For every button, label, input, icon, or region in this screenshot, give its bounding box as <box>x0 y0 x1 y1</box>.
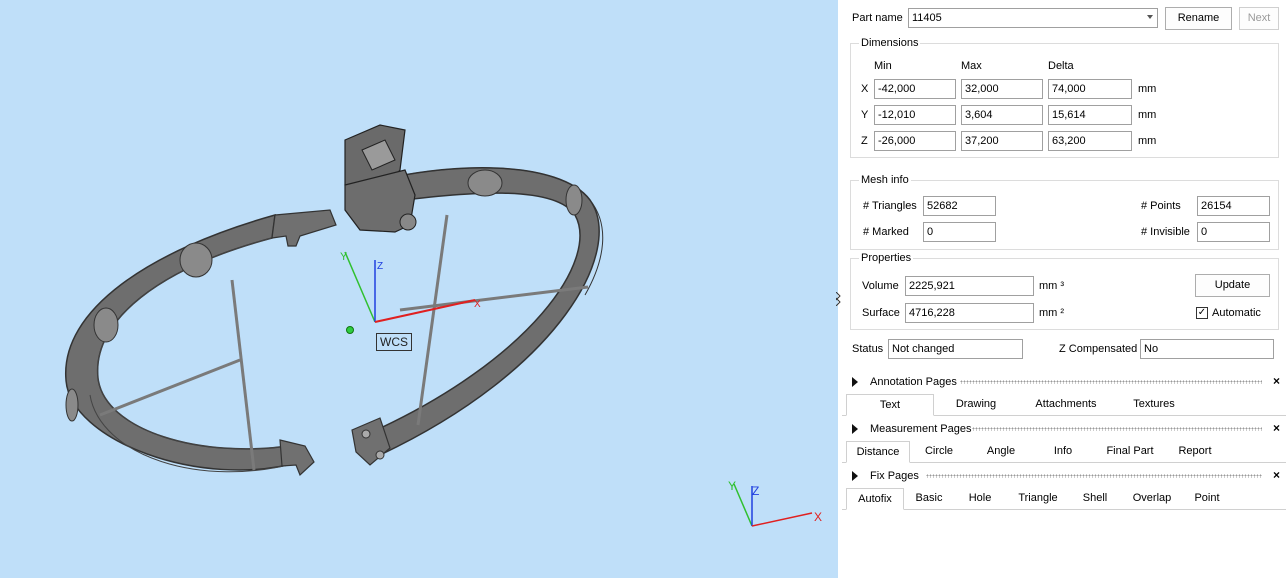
drag-handle[interactable] <box>926 474 1262 478</box>
automatic-checkbox[interactable]: ✓ <box>1196 307 1208 319</box>
update-button[interactable]: Update <box>1195 274 1270 297</box>
points-field[interactable]: 26154 <box>1197 196 1270 216</box>
dim-y-delta[interactable]: 15,614 <box>1048 105 1132 125</box>
chevron-down-icon <box>1147 15 1153 19</box>
dim-axis-label: Y <box>861 109 869 121</box>
3d-viewport[interactable]: Y Z X Y Z X WCS <box>0 0 838 578</box>
properties-title: Properties <box>859 252 914 264</box>
surface-field[interactable]: 4716,228 <box>905 303 1034 323</box>
triangles-label: # Triangles <box>863 200 917 212</box>
tab-shell[interactable]: Shell <box>1078 488 1112 510</box>
dim-z-min[interactable]: -26,000 <box>874 131 956 151</box>
surface-label: Surface <box>862 307 900 319</box>
status-label: Status <box>852 343 884 355</box>
splitter-grip-icon[interactable] <box>836 292 841 306</box>
tab-overlap[interactable]: Overlap <box>1126 488 1178 510</box>
measurement-pages-header[interactable]: Measurement Pages × <box>842 419 1286 439</box>
tab-info[interactable]: Info <box>1046 441 1080 463</box>
marked-label: # Marked <box>863 226 909 238</box>
dim-col-max: Max <box>961 60 982 72</box>
dim-z-max[interactable]: 37,200 <box>961 131 1043 151</box>
automatic-label: Automatic <box>1212 307 1261 319</box>
measurement-tabs: Distance Circle Angle Info Final Part Re… <box>842 441 1286 463</box>
mesh-info-title: Mesh info <box>859 174 911 186</box>
close-icon[interactable]: × <box>1273 468 1280 482</box>
drag-handle[interactable] <box>960 380 1262 384</box>
fix-tabs: Autofix Basic Hole Triangle Shell Overla… <box>842 488 1286 510</box>
tab-textures[interactable]: Textures <box>1124 394 1184 416</box>
clasp-piece <box>344 124 417 233</box>
fix-pages-header[interactable]: Fix Pages × <box>842 466 1286 486</box>
dim-z-delta[interactable]: 63,200 <box>1048 131 1132 151</box>
tab-attachments[interactable]: Attachments <box>1028 394 1104 416</box>
corner-x-label: X <box>814 510 822 524</box>
annotation-tabs: Text Drawing Attachments Textures <box>842 394 1286 416</box>
tab-hole[interactable]: Hole <box>962 488 998 510</box>
status-field[interactable]: Not changed <box>888 339 1023 359</box>
dim-y-min[interactable]: -12,010 <box>874 105 956 125</box>
dim-y-max[interactable]: 3,604 <box>961 105 1043 125</box>
origin-marker <box>346 326 354 334</box>
dim-x-min[interactable]: -42,000 <box>874 79 956 99</box>
volume-label: Volume <box>862 280 899 292</box>
triangles-field[interactable]: 52682 <box>923 196 996 216</box>
dim-col-delta: Delta <box>1048 60 1074 72</box>
tab-circle[interactable]: Circle <box>918 441 960 463</box>
invisible-label: # Invisible <box>1141 226 1190 238</box>
wcs-z-label: Z <box>377 261 383 272</box>
tab-angle[interactable]: Angle <box>980 441 1022 463</box>
points-label: # Points <box>1141 200 1181 212</box>
expand-arrow-icon[interactable] <box>852 471 858 481</box>
expand-arrow-icon[interactable] <box>852 424 858 434</box>
tab-point[interactable]: Point <box>1190 488 1224 510</box>
drag-handle[interactable] <box>972 427 1262 431</box>
bracelet-left-half <box>65 209 337 477</box>
corner-z-label: Z <box>752 484 759 498</box>
dim-axis-label: X <box>861 83 869 95</box>
dimensions-title: Dimensions <box>859 37 921 49</box>
dim-unit: mm <box>1138 135 1157 147</box>
tab-drawing[interactable]: Drawing <box>946 394 1006 416</box>
dim-col-min: Min <box>874 60 892 72</box>
dim-x-max[interactable]: 32,000 <box>961 79 1043 99</box>
dim-unit: mm <box>1138 83 1157 95</box>
tab-basic[interactable]: Basic <box>910 488 948 510</box>
part-name-label: Part name <box>852 12 903 24</box>
expand-arrow-icon[interactable] <box>852 377 858 387</box>
wcs-x-label: X <box>474 299 481 310</box>
next-button[interactable]: Next <box>1239 7 1279 30</box>
marked-field[interactable]: 0 <box>923 222 996 242</box>
corner-axis-triad: Y Z X <box>728 479 822 527</box>
tab-text[interactable]: Text <box>846 394 934 416</box>
z-compensated-field[interactable]: No <box>1140 339 1274 359</box>
tab-distance[interactable]: Distance <box>846 441 910 463</box>
wcs-y-label: Y <box>340 251 348 263</box>
dim-unit: mm <box>1138 109 1157 121</box>
tab-triangle[interactable]: Triangle <box>1012 488 1064 510</box>
z-compensated-label: Z Compensated <box>1059 343 1138 355</box>
dim-x-delta[interactable]: 74,000 <box>1048 79 1132 99</box>
wcs-label: WCS <box>376 333 412 351</box>
surface-unit: mm ² <box>1039 307 1065 319</box>
invisible-field[interactable]: 0 <box>1197 222 1270 242</box>
rename-button[interactable]: Rename <box>1165 7 1232 30</box>
annotation-pages-header[interactable]: Annotation Pages × <box>842 372 1286 392</box>
tab-report[interactable]: Report <box>1172 441 1218 463</box>
section-title: Fix Pages <box>870 470 919 482</box>
corner-y-label: Y <box>728 479 736 493</box>
part-name-dropdown[interactable]: 11405 <box>908 8 1158 28</box>
part-model-render[interactable]: Y Z X Y Z X <box>0 0 838 578</box>
tab-final-part[interactable]: Final Part <box>1100 441 1160 463</box>
volume-unit: mm ³ <box>1039 280 1065 292</box>
tab-autofix[interactable]: Autofix <box>846 488 904 510</box>
section-title: Annotation Pages <box>870 376 957 388</box>
volume-field[interactable]: 2225,921 <box>905 276 1034 296</box>
close-icon[interactable]: × <box>1273 374 1280 388</box>
section-title: Measurement Pages <box>870 423 972 435</box>
part-name-value: 11405 <box>912 12 942 24</box>
close-icon[interactable]: × <box>1273 421 1280 435</box>
wcs-triad: Y Z X <box>340 251 481 323</box>
dim-axis-label: Z <box>861 135 868 147</box>
